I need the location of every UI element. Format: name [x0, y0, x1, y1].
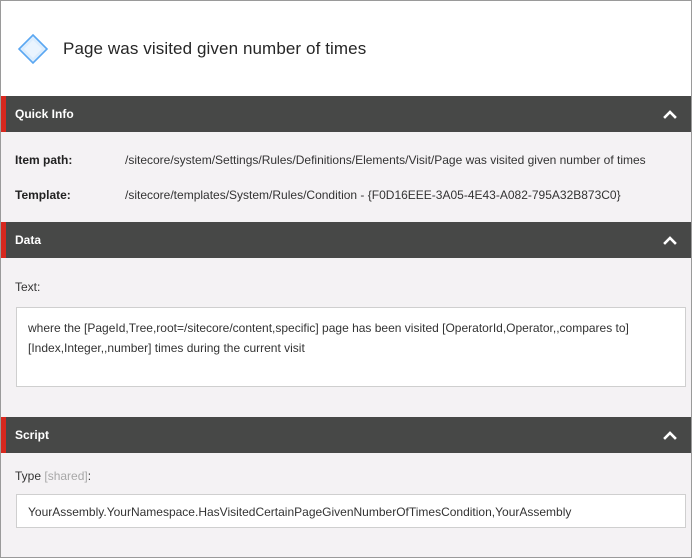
type-label: Type [15, 469, 42, 483]
chevron-up-icon[interactable] [663, 107, 677, 121]
shared-tag: [shared] [44, 469, 88, 483]
template-value: /sitecore/templates/System/Rules/Conditi… [125, 188, 621, 202]
title-bar: Page was visited given number of times [1, 1, 691, 96]
item-path-row: Item path: /sitecore/system/Settings/Rul… [1, 153, 691, 167]
chevron-up-icon[interactable] [663, 233, 677, 247]
label-colon: : [87, 469, 92, 483]
section-header-quick-info[interactable]: Quick Info [1, 96, 691, 132]
section-title: Data [15, 233, 42, 247]
text-field[interactable]: where the [PageId,Tree,root=/sitecore/co… [16, 307, 686, 387]
condition-diamond-icon [17, 33, 49, 64]
item-editor: Page was visited given number of times Q… [0, 0, 692, 558]
script-panel: Type [shared]: YourAssembly.YourNamespac… [1, 453, 691, 528]
section-header-script[interactable]: Script [1, 417, 691, 453]
item-path-label: Item path: [15, 153, 73, 167]
type-field[interactable]: YourAssembly.YourNamespace.HasVisitedCer… [16, 494, 686, 528]
quick-info-panel: Item path: /sitecore/system/Settings/Rul… [1, 132, 691, 222]
section-header-data[interactable]: Data [1, 222, 691, 258]
text-field-label: Text: [15, 280, 41, 294]
page-title: Page was visited given number of times [63, 38, 367, 58]
item-path-value: /sitecore/system/Settings/Rules/Definiti… [125, 153, 646, 167]
data-panel: Text: where the [PageId,Tree,root=/sitec… [1, 258, 691, 417]
template-label: Template: [15, 188, 71, 202]
chevron-up-icon[interactable] [663, 428, 677, 442]
type-field-label: Type [shared]: [1, 469, 691, 483]
section-title: Quick Info [15, 107, 74, 121]
section-title: Script [15, 428, 50, 442]
template-row: Template: /sitecore/templates/System/Rul… [1, 188, 691, 202]
